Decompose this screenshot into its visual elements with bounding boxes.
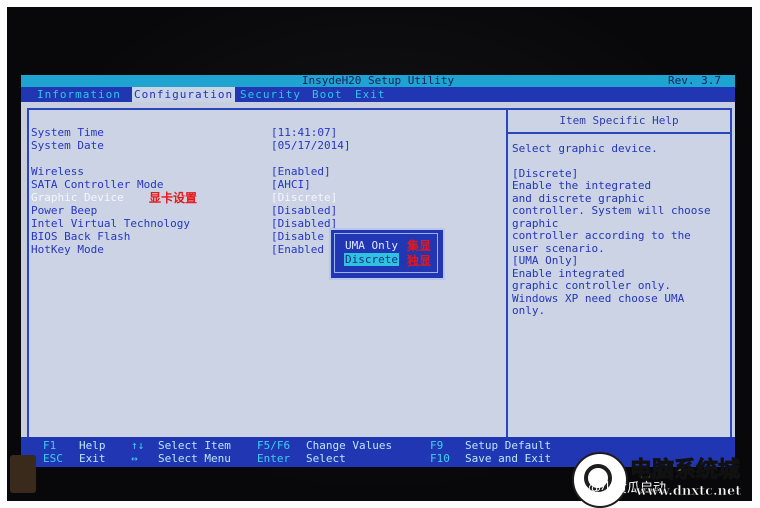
setting-value-bios-back-flash[interactable]: [Disable xyxy=(271,230,324,243)
settings-panel: System Time [11:41:07] System Date [05/1… xyxy=(27,108,508,441)
popup-option-discrete[interactable]: Discrete xyxy=(344,253,399,266)
footer-desc-change-values: Change Values xyxy=(306,439,393,452)
footer-key-updown: ↑↓ xyxy=(131,439,145,452)
bios-screen: InsydeH20 Setup Utility Rev. 3.7 Informa… xyxy=(21,75,735,467)
setting-label-wireless[interactable]: Wireless xyxy=(31,165,84,178)
footer-key-enter: Enter xyxy=(257,452,291,465)
setting-value-graphic-device[interactable]: [Discrete] xyxy=(271,191,337,204)
help-line: controller according to the xyxy=(512,229,691,242)
tab-exit[interactable]: Exit xyxy=(355,87,386,102)
help-line: [UMA Only] xyxy=(512,254,579,267)
setting-label-sata-mode[interactable]: SATA Controller Mode xyxy=(31,178,163,191)
help-panel: Item Specific Help Select graphic device… xyxy=(506,108,732,441)
popup-option-uma-only[interactable]: UMA Only xyxy=(344,239,399,252)
help-line: only. xyxy=(512,304,546,317)
help-line: graphic controller only. xyxy=(512,279,671,292)
footer-key-f10: F10 xyxy=(430,452,450,465)
popup-border: UMA Only 集显 Discrete 独显 xyxy=(334,233,438,273)
tab-configuration[interactable]: Configuration xyxy=(132,87,236,102)
help-divider xyxy=(508,132,730,134)
watermark-url: www.dnxtc.net xyxy=(636,484,742,500)
setting-label-intel-vt[interactable]: Intel Virtual Technology xyxy=(31,217,190,230)
footer-key-f5f6: F5/F6 xyxy=(257,439,291,452)
menu-bar: Information Configuration Security Boot … xyxy=(21,87,735,102)
setting-value-sata-mode[interactable]: [AHCI] xyxy=(271,178,311,191)
footer-desc-save-exit: Save and Exit xyxy=(465,452,552,465)
footer-key-f1: F1 xyxy=(43,439,57,452)
footer-key-leftright: ↔ xyxy=(131,452,138,465)
popup-note-discrete: 独显 xyxy=(407,254,432,268)
help-line: controller. System will choose xyxy=(512,204,711,217)
thumbnail-image xyxy=(10,455,36,493)
footer-desc-setup-default: Setup Default xyxy=(465,439,552,452)
footer-desc-select: Select xyxy=(306,452,346,465)
setting-label-graphic-device[interactable]: Graphic Device xyxy=(31,191,124,204)
setting-label-bios-back-flash[interactable]: BIOS Back Flash xyxy=(31,230,130,243)
tab-boot[interactable]: Boot xyxy=(312,87,343,102)
footer-desc-select-menu: Select Menu xyxy=(158,452,231,465)
graphic-device-annotation: 显卡设置 xyxy=(149,191,198,205)
graphic-device-popup: UMA Only 集显 Discrete 独显 xyxy=(329,228,445,280)
setting-value-intel-vt[interactable]: [Disabled] xyxy=(271,217,337,230)
help-line: Enable the integrated xyxy=(512,179,652,192)
key-legend-footer: F1 Help ↑↓ Select Item F5/F6 Change Valu… xyxy=(21,437,735,467)
setting-value-wireless[interactable]: [Enabled] xyxy=(271,165,331,178)
title-bar: InsydeH20 Setup Utility Rev. 3.7 xyxy=(21,75,735,87)
app-title: InsydeH20 Setup Utility xyxy=(301,75,455,87)
setting-label-system-date[interactable]: System Date xyxy=(31,139,104,152)
footer-key-f9: F9 xyxy=(430,439,444,452)
setting-value-system-time[interactable]: [11:41:07] xyxy=(271,126,337,139)
tab-information[interactable]: Information xyxy=(37,87,121,102)
revision-label: Rev. 3.7 xyxy=(668,75,721,87)
footer-desc-help: Help xyxy=(79,439,106,452)
footer-desc-exit: Exit xyxy=(79,452,106,465)
setting-value-power-beep[interactable]: [Disabled] xyxy=(271,204,337,217)
setting-label-system-time[interactable]: System Time xyxy=(31,126,104,139)
footer-key-esc: ESC xyxy=(43,452,63,465)
help-line: Select graphic device. xyxy=(512,142,658,155)
setting-label-power-beep[interactable]: Power Beep xyxy=(31,204,97,217)
setting-value-system-date[interactable]: [05/17/2014] xyxy=(271,139,350,152)
tab-security[interactable]: Security xyxy=(240,87,301,102)
setting-label-hotkey-mode[interactable]: HotKey Mode xyxy=(31,243,104,256)
footer-desc-select-item: Select Item xyxy=(158,439,231,452)
setting-value-hotkey-mode[interactable]: [Enabled xyxy=(271,243,324,256)
help-title: Item Specific Help xyxy=(559,114,679,127)
